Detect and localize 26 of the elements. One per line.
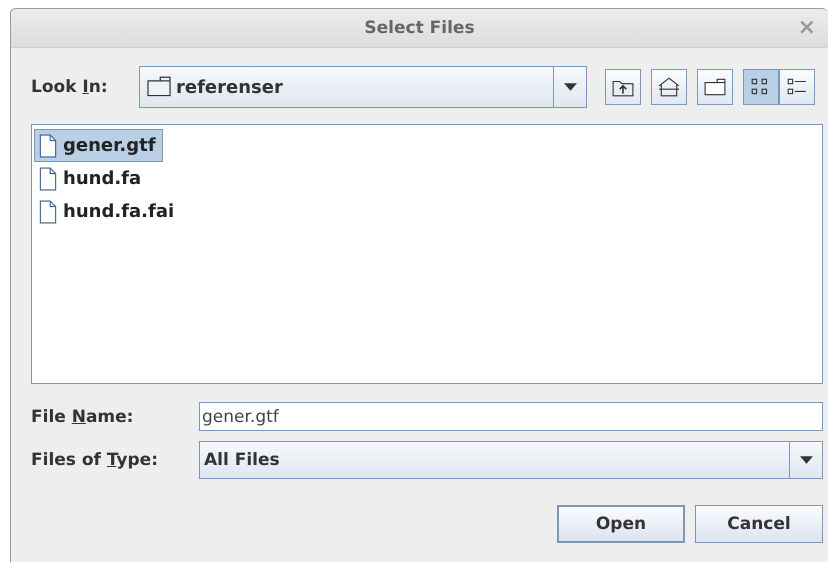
field-label: Look In: xyxy=(31,77,109,97)
file-item[interactable]: hund.fa.fai xyxy=(34,195,182,228)
toolbar-button[interactable] xyxy=(779,69,815,105)
file-icon xyxy=(39,134,57,158)
field-label: Files of Type: xyxy=(31,450,160,470)
file-icon xyxy=(39,166,57,190)
folder-icon xyxy=(704,77,726,97)
toolbar-button[interactable] xyxy=(743,69,779,105)
home-icon xyxy=(658,77,680,97)
dialog-button[interactable]: Cancel xyxy=(695,505,823,543)
toolbar-button[interactable] xyxy=(651,69,687,105)
look-in-dropdown[interactable]: referenser xyxy=(139,66,587,108)
field-label: File Name: xyxy=(31,406,134,426)
details-view-icon xyxy=(786,77,808,97)
dropdown-arrow-icon xyxy=(564,83,576,91)
file-name-field[interactable]: gener.gtf xyxy=(199,402,823,431)
toolbar-button[interactable] xyxy=(605,69,641,105)
file-item[interactable]: gener.gtf xyxy=(34,129,163,162)
window-title: Select Files xyxy=(364,18,475,38)
file-item[interactable]: hund.fa xyxy=(34,162,148,195)
folder-icon xyxy=(146,76,172,98)
file-icon xyxy=(39,200,57,224)
file-type-dropdown[interactable]: All Files xyxy=(199,441,823,479)
toolbar-button[interactable] xyxy=(697,69,733,105)
dialog-button[interactable]: Open xyxy=(557,505,685,543)
dropdown-arrow-icon xyxy=(800,456,812,464)
